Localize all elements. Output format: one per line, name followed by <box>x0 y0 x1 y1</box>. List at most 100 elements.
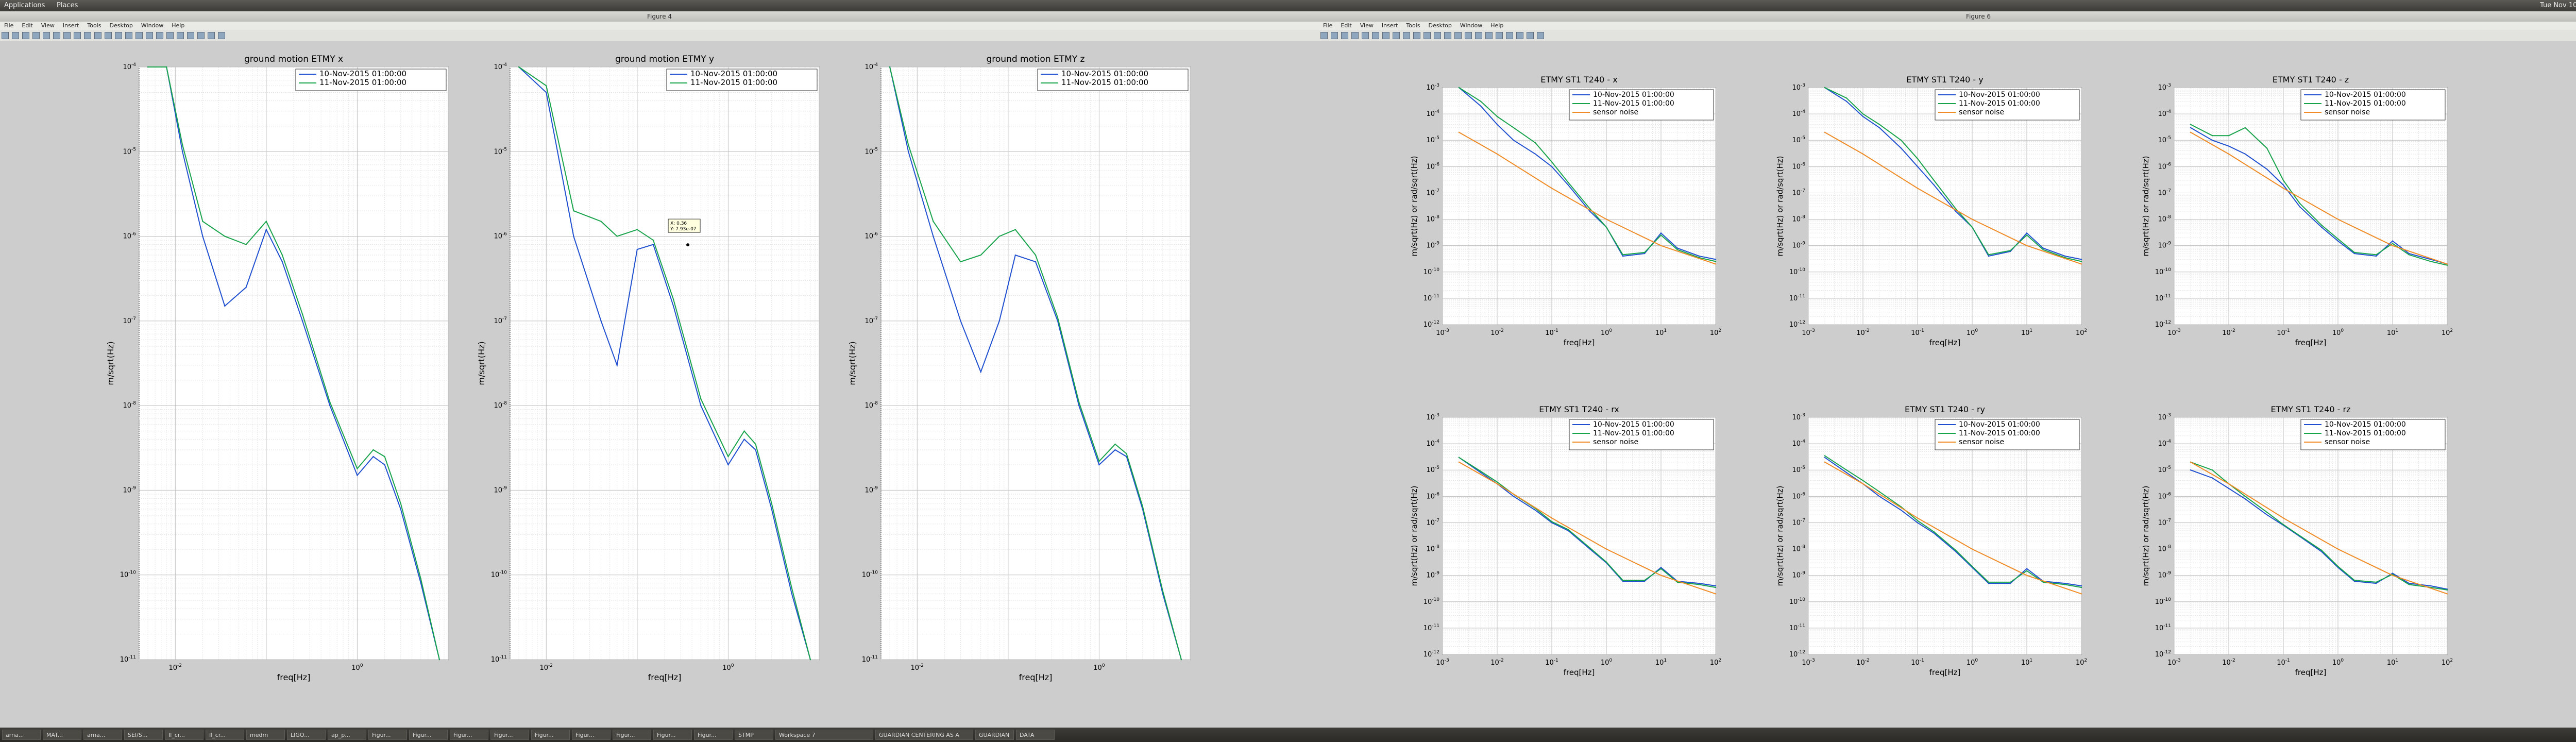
data-point <box>2080 263 2082 265</box>
toolbar-button-icon[interactable] <box>1465 32 1472 39</box>
left-menu-view[interactable]: View <box>37 22 59 30</box>
toolbar-button-icon[interactable] <box>115 32 122 39</box>
left-menu-desktop[interactable]: Desktop <box>106 22 137 30</box>
toolbar-button-icon[interactable] <box>197 32 205 39</box>
toolbar-button-icon[interactable] <box>1496 32 1503 39</box>
toolbar-button-icon[interactable] <box>208 32 215 39</box>
chart-svg: 10-2 100 10-4 10-5 10-6 10-7 10-8 10-9 10-10 10-1… <box>848 54 1191 682</box>
x-tick-label: 101 <box>2021 328 2032 337</box>
toolbar-button-icon[interactable] <box>1393 32 1400 39</box>
taskbar-item[interactable]: Figur... <box>653 730 692 740</box>
right-menu-view[interactable]: View <box>1356 22 1378 30</box>
toolbar-button-icon[interactable] <box>1506 32 1513 39</box>
toolbar-button-icon[interactable] <box>32 32 40 39</box>
right-menu-tools[interactable]: Tools <box>1402 22 1424 30</box>
toolbar-button-icon[interactable] <box>1516 32 1523 39</box>
taskbar-item[interactable]: MAT... <box>43 730 81 740</box>
toolbar-button-icon[interactable] <box>218 32 225 39</box>
toolbar-button-icon[interactable] <box>1485 32 1493 39</box>
toolbar-button-icon[interactable] <box>12 32 19 39</box>
toolbar-button-icon[interactable] <box>1351 32 1359 39</box>
toolbar-button-icon[interactable] <box>166 32 174 39</box>
left-menu-tools[interactable]: Tools <box>83 22 105 30</box>
y-tick-label: 10-7 <box>1792 188 1805 197</box>
toolbar-button-icon[interactable] <box>94 32 101 39</box>
clock[interactable]: Tue Nov 10, 20:16 <box>2540 0 2576 11</box>
taskbar-item[interactable]: Figur... <box>368 730 407 740</box>
taskbar-item[interactable]: arna... <box>2 730 41 740</box>
toolbar-button-icon[interactable] <box>177 32 184 39</box>
toolbar-button-icon[interactable] <box>1331 32 1338 39</box>
toolbar-button-icon[interactable] <box>1475 32 1482 39</box>
left-menu-help[interactable]: Help <box>167 22 189 30</box>
right-menu-window[interactable]: Window <box>1456 22 1486 30</box>
taskbar-item[interactable]: Figur... <box>694 730 733 740</box>
left-menu-window[interactable]: Window <box>137 22 167 30</box>
toolbar-button-icon[interactable] <box>1527 32 1534 39</box>
toolbar-button-icon[interactable] <box>135 32 143 39</box>
data-point <box>1660 567 1662 568</box>
right-menu-insert[interactable]: Insert <box>1378 22 1402 30</box>
toolbar-button-icon[interactable] <box>156 32 163 39</box>
toolbar-button-icon[interactable] <box>1444 32 1451 39</box>
taskbar-item[interactable]: arna... <box>83 730 122 740</box>
toolbar-button-icon[interactable] <box>187 32 194 39</box>
taskbar-item[interactable]: Workspace 7 <box>775 730 873 740</box>
toolbar-button-icon[interactable] <box>2 32 9 39</box>
taskbar-item[interactable]: STMP <box>735 730 773 740</box>
left-menu-insert[interactable]: Insert <box>59 22 83 30</box>
toolbar-button-icon[interactable] <box>1320 32 1328 39</box>
toolbar-button-icon[interactable] <box>105 32 112 39</box>
taskbar-item[interactable]: LIGO... <box>287 730 326 740</box>
right-menu-edit[interactable]: Edit <box>1336 22 1355 30</box>
toolbar-button-icon[interactable] <box>1372 32 1379 39</box>
chart-title: ETMY ST1 T240 - y <box>1906 75 1983 85</box>
applications-menu[interactable]: Applications <box>4 0 45 11</box>
taskbar-item[interactable]: Figur... <box>613 730 651 740</box>
data-point <box>1955 210 1957 212</box>
toolbar-button-icon[interactable] <box>1434 32 1441 39</box>
toolbar-button-icon[interactable] <box>43 32 50 39</box>
left-menu-file[interactable]: File <box>0 22 18 30</box>
taskbar-item[interactable]: Il_cr... <box>165 730 204 740</box>
taskbar-item[interactable]: Figur... <box>409 730 448 740</box>
toolbar-button-icon[interactable] <box>74 32 81 39</box>
toolbar-button-icon[interactable] <box>1341 32 1348 39</box>
taskbar-item[interactable]: ap_p... <box>328 730 366 740</box>
y-axis-label: m/sqrt(Hz) or rad/sqrt(Hz) <box>2141 486 2150 586</box>
toolbar-button-icon[interactable] <box>1382 32 1389 39</box>
taskbar-item[interactable]: GUARDIAN CENTERING AS A <box>875 730 973 740</box>
toolbar-button-icon[interactable] <box>146 32 153 39</box>
taskbar-item[interactable]: DATA <box>1016 730 1055 740</box>
toolbar-button-icon[interactable] <box>1537 32 1544 39</box>
toolbar-button-icon[interactable] <box>125 32 132 39</box>
right-menu-file[interactable]: File <box>1319 22 1336 30</box>
taskbar-item[interactable]: Figur... <box>531 730 570 740</box>
left-menu-edit[interactable]: Edit <box>18 22 37 30</box>
taskbar-item[interactable]: Figur... <box>490 730 529 740</box>
toolbar-button-icon[interactable] <box>63 32 71 39</box>
taskbar-item[interactable]: Figur... <box>572 730 611 740</box>
right-menu-help[interactable]: Help <box>1486 22 1507 30</box>
toolbar-button-icon[interactable] <box>84 32 91 39</box>
y-tick-label: 10-4 <box>494 62 507 71</box>
toolbar-button-icon[interactable] <box>1403 32 1410 39</box>
taskbar-item[interactable]: SEI/S... <box>124 730 163 740</box>
data-point <box>2446 589 2448 591</box>
toolbar-button-icon[interactable] <box>1413 32 1420 39</box>
taskbar-item[interactable]: Il_cr... <box>206 730 244 740</box>
data-point <box>2244 127 2246 129</box>
data-point <box>636 229 638 230</box>
taskbar-item[interactable]: medm <box>246 730 285 740</box>
places-menu[interactable]: Places <box>57 0 78 11</box>
toolbar-button-icon[interactable] <box>53 32 60 39</box>
taskbar-item[interactable]: Figur... <box>450 730 488 740</box>
taskbar-item[interactable]: GUARDIAN <box>975 730 1014 740</box>
toolbar-button-icon[interactable] <box>1423 32 1431 39</box>
toolbar-button-icon[interactable] <box>1362 32 1369 39</box>
toolbar-button-icon[interactable] <box>1454 32 1462 39</box>
right-menu-desktop[interactable]: Desktop <box>1425 22 1456 30</box>
data-point <box>1605 561 1607 563</box>
toolbar-button-icon[interactable] <box>22 32 29 39</box>
data-point <box>2282 517 2284 519</box>
